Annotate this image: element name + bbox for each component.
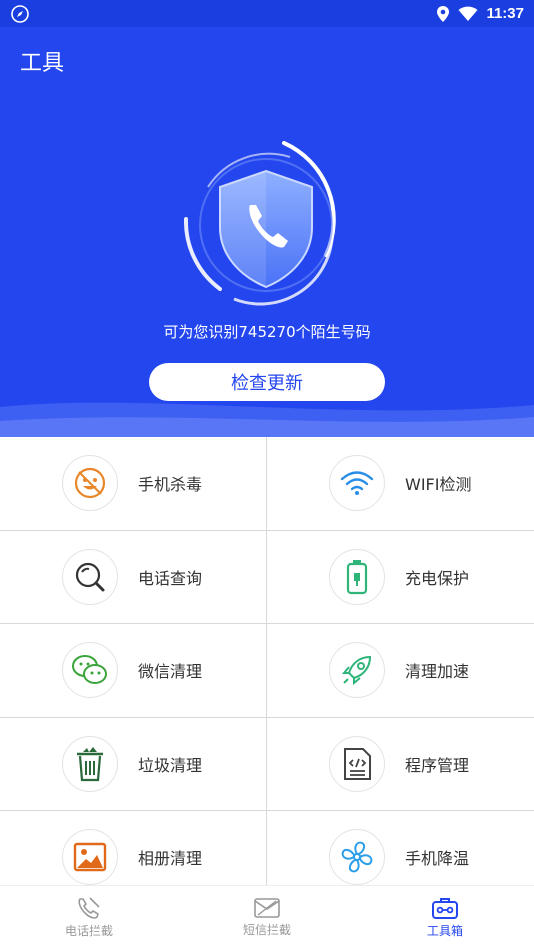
tool-label: 程序管理 bbox=[405, 755, 470, 775]
tool-label: 微信清理 bbox=[138, 662, 203, 682]
nav-toolbox[interactable]: 工具箱 bbox=[356, 886, 534, 949]
nav-call-block[interactable]: 电话拦截 bbox=[0, 886, 178, 949]
tool-junk-clean[interactable]: 垃圾清理 bbox=[0, 717, 267, 811]
nav-label: 电话拦截 bbox=[64, 924, 113, 938]
search-icon bbox=[62, 548, 118, 605]
hero-banner: 工具 可为您识别745270个陌生号码 检查更新 bbox=[0, 27, 534, 437]
trash-icon bbox=[62, 735, 118, 792]
tool-speed-up[interactable]: 清理加速 bbox=[267, 624, 534, 718]
page-title: 工具 bbox=[20, 51, 65, 76]
compass-icon bbox=[11, 4, 29, 23]
tool-label: 充电保护 bbox=[405, 568, 470, 588]
tool-label: 清理加速 bbox=[405, 662, 470, 682]
battery-icon bbox=[329, 548, 385, 605]
tools-grid: 手机杀毒 WIFI检测 电话查询 充电保护 微信清理 清理加速 垃圾清理 程序管… bbox=[0, 437, 534, 885]
hero-wave bbox=[0, 402, 534, 437]
tool-label: 手机降温 bbox=[405, 849, 470, 869]
tool-phone-antivirus[interactable]: 手机杀毒 bbox=[0, 437, 267, 531]
tool-wechat-clean[interactable]: 微信清理 bbox=[0, 624, 267, 718]
shield-graphic bbox=[180, 139, 352, 311]
tool-album-clean[interactable]: 相册清理 bbox=[0, 811, 267, 885]
nav-sms-block[interactable]: 短信拦截 bbox=[178, 886, 356, 949]
code-file-icon bbox=[329, 735, 385, 792]
nav-label: 工具箱 bbox=[426, 924, 463, 938]
nav-label: 短信拦截 bbox=[242, 923, 291, 937]
rocket-icon bbox=[329, 642, 385, 699]
photo-icon bbox=[62, 829, 118, 885]
wechat-icon bbox=[62, 642, 118, 699]
fan-icon bbox=[329, 829, 385, 885]
tool-wifi-check[interactable]: WIFI检测 bbox=[267, 437, 534, 531]
tool-label: 手机杀毒 bbox=[138, 475, 203, 495]
status-time: 11:37 bbox=[486, 5, 524, 22]
tool-phone-lookup[interactable]: 电话查询 bbox=[0, 530, 267, 624]
toolbox-icon bbox=[432, 898, 458, 919]
bottom-nav: 电话拦截 短信拦截 工具箱 bbox=[0, 885, 534, 949]
recognize-count-text: 可为您识别745270个陌生号码 bbox=[163, 323, 371, 341]
wifi-icon bbox=[329, 455, 385, 512]
tool-charge-protect[interactable]: 充电保护 bbox=[267, 530, 534, 624]
message-block-icon bbox=[254, 898, 280, 918]
tool-label: WIFI检测 bbox=[405, 475, 472, 495]
tool-label: 相册清理 bbox=[138, 849, 203, 869]
tool-label: 垃圾清理 bbox=[138, 755, 203, 775]
wifi-signal-icon bbox=[458, 6, 478, 21]
location-icon bbox=[437, 5, 450, 22]
tool-label: 电话查询 bbox=[138, 568, 203, 588]
phone-block-icon bbox=[78, 897, 100, 919]
tool-app-manage[interactable]: 程序管理 bbox=[267, 717, 534, 811]
tool-phone-cool[interactable]: 手机降温 bbox=[267, 811, 534, 885]
status-bar: 11:37 bbox=[0, 0, 534, 27]
virus-icon bbox=[62, 455, 118, 512]
